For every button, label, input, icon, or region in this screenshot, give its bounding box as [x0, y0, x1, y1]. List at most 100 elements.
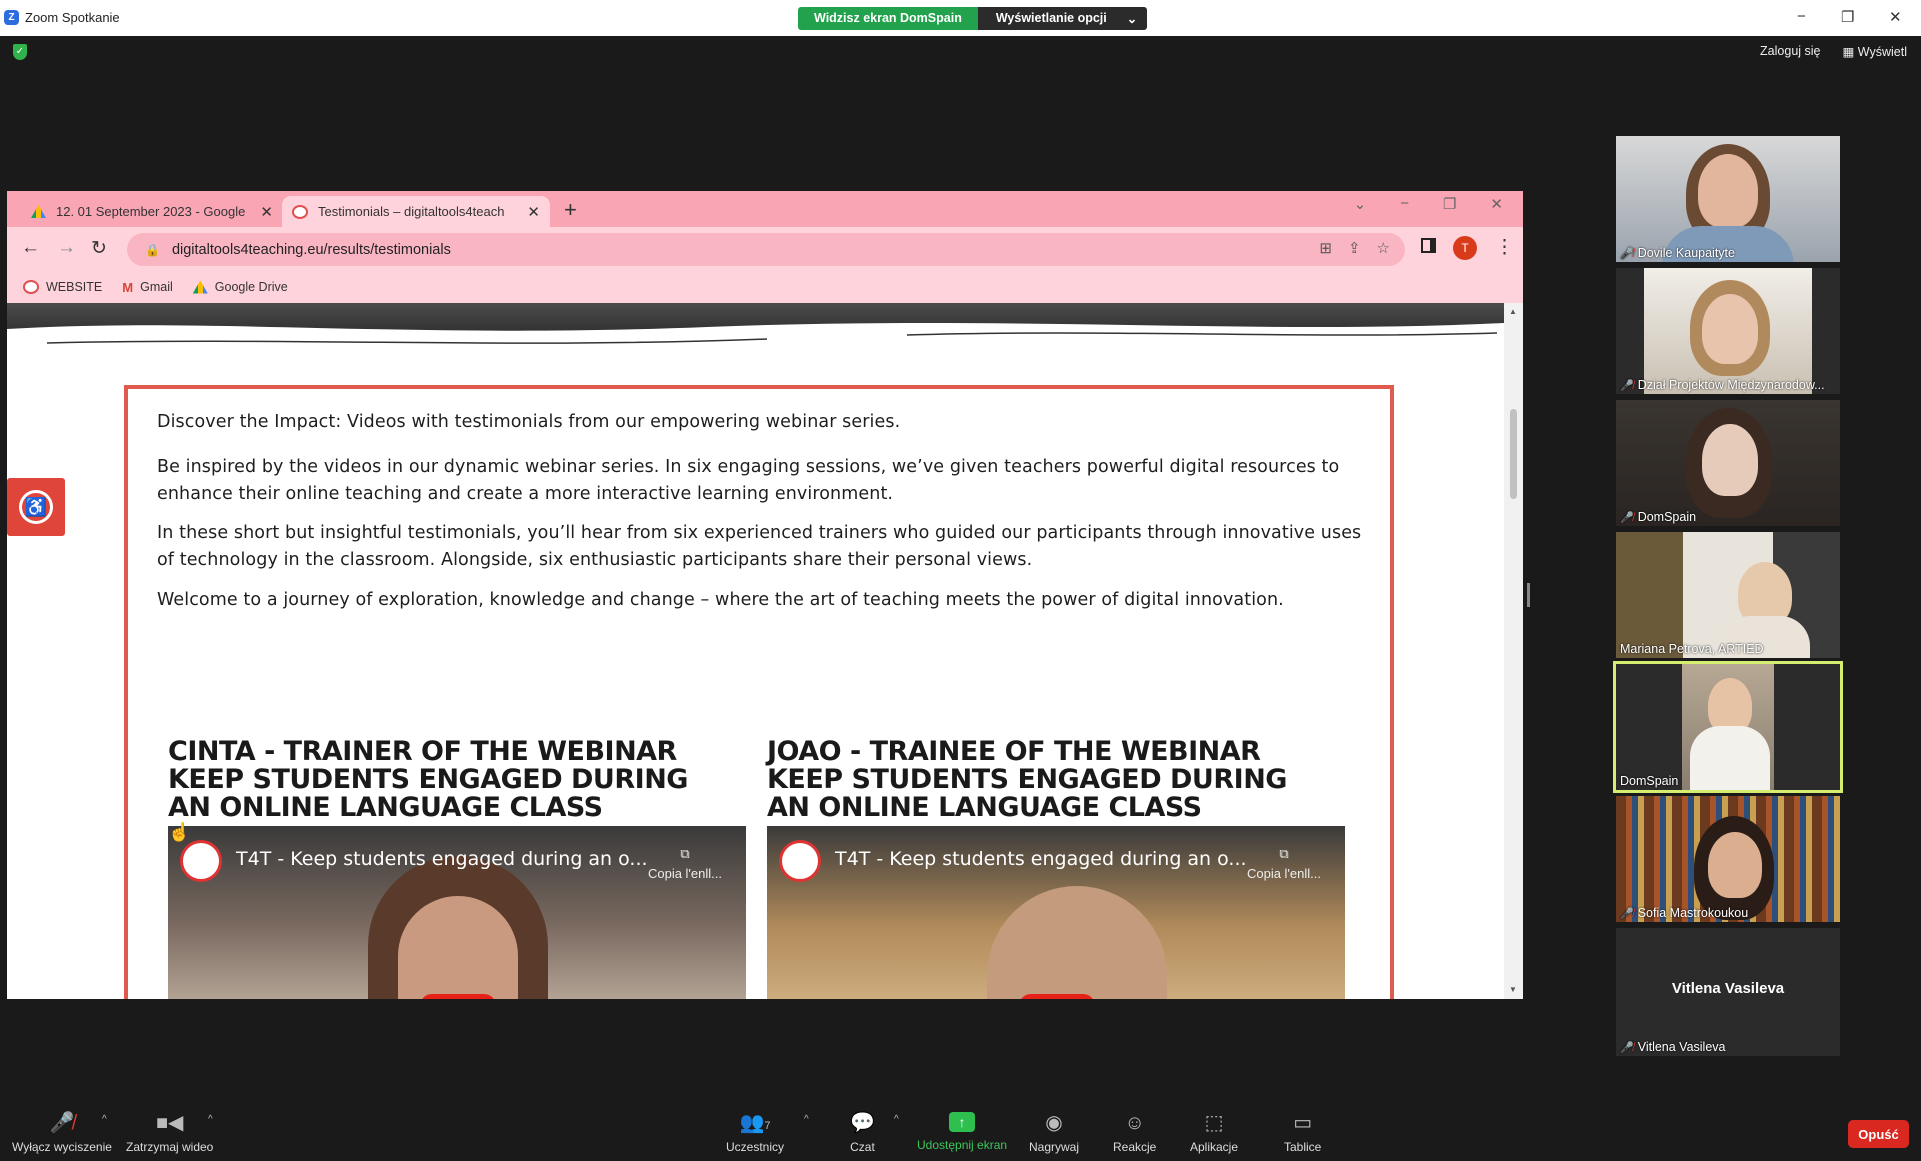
share-screen-button[interactable]: ↑ Udostępnij ekran	[917, 1112, 1007, 1152]
reactions-button[interactable]: ☺ Reakcje	[1113, 1112, 1156, 1154]
back-arrow-icon[interactable]: ←	[21, 237, 40, 259]
chat-caret-icon[interactable]: ^	[894, 1114, 899, 1125]
play-button-icon[interactable]	[420, 994, 496, 999]
forward-arrow-icon[interactable]: →	[57, 237, 76, 259]
panel-resize-handle[interactable]	[1527, 583, 1530, 607]
close-button[interactable]: ✕	[1889, 8, 1902, 26]
participant-name: DomSpain	[1620, 774, 1679, 788]
close-tab-icon[interactable]: ✕	[527, 203, 540, 221]
channel-logo-icon	[180, 840, 222, 882]
participants-button[interactable]: 👥7 Uczestnicy	[726, 1112, 784, 1154]
youtube-video-embed[interactable]: T4T - Keep students engaged during an o.…	[168, 826, 746, 999]
video-title[interactable]: T4T - Keep students engaged during an o.…	[236, 848, 648, 870]
restore-button[interactable]: ❐	[1841, 8, 1854, 26]
unmute-button[interactable]: 🎤̸ Wyłącz wyciszenie	[12, 1112, 112, 1154]
participant-face	[1702, 424, 1758, 496]
wave-divider	[7, 323, 1504, 357]
mic-muted-icon: 🎤̸	[1620, 1041, 1634, 1054]
participants-label: Uczestnicy	[726, 1140, 785, 1154]
scroll-thumb[interactable]	[1510, 409, 1517, 499]
leave-button[interactable]: Opuść	[1848, 1120, 1909, 1148]
bookmarks-bar: WEBSITE M Gmail Google Drive	[7, 271, 1523, 303]
view-options-label: Wyświetlanie opcji	[995, 11, 1107, 25]
browser-minimize-icon[interactable]: −	[1400, 195, 1409, 213]
translate-icon[interactable]: ⊞	[1319, 239, 1332, 257]
play-button-icon[interactable]	[1019, 994, 1095, 999]
participant-tile-active-speaker[interactable]: DomSpain	[1613, 661, 1843, 793]
browser-close-icon[interactable]: ✕	[1490, 195, 1503, 213]
top-right-links: Zaloguj się ▦ Wyświetl	[1760, 44, 1907, 59]
testimonials-section: Discover the Impact: Videos with testimo…	[124, 385, 1394, 999]
stop-video-label: Zatrzymaj wideo	[126, 1140, 214, 1154]
google-drive-icon	[31, 205, 46, 218]
tab-label: 12. 01 September 2023 - Google	[56, 204, 246, 219]
testimonial-title: CINTA - TRAINER OF THE WEBINAR KEEP STUD…	[168, 736, 688, 823]
participant-name: 🎤̸ Sofia Mastrokoukou	[1620, 906, 1748, 920]
tab-search-icon[interactable]: ⌄	[1354, 195, 1367, 213]
accessibility-widget-button[interactable]: ♿	[7, 478, 65, 536]
participant-tile[interactable]: 🎤̸ Sofia Mastrokoukou	[1616, 796, 1840, 922]
bookmark-google-drive[interactable]: Google Drive	[192, 280, 288, 294]
grid-view-icon: ▦	[1842, 45, 1858, 59]
copy-link-button[interactable]: ⧉ Copia l'enll...	[648, 844, 722, 884]
side-panel-icon[interactable]	[1421, 238, 1436, 253]
participant-name: Mariana Petrova, ARTIED	[1620, 642, 1764, 656]
whiteboards-button[interactable]: ▭ Tablice	[1284, 1112, 1321, 1154]
unmute-label: Wyłącz wyciszenie	[12, 1140, 112, 1154]
login-link[interactable]: Zaloguj się	[1760, 44, 1820, 59]
window-title: Zoom Spotkanie	[25, 10, 120, 25]
participant-tile-video-off[interactable]: Vitlena Vasileva 🎤̸ Vitlena Vasileva	[1616, 928, 1840, 1056]
apps-button[interactable]: ⬚ Aplikacje	[1190, 1112, 1238, 1154]
url-text: digitaltools4teaching.eu/results/testimo…	[171, 241, 451, 258]
reload-icon[interactable]: ↻	[91, 237, 107, 260]
mic-muted-icon: 🎤̸	[1620, 511, 1634, 524]
more-menu-icon[interactable]: ⋮	[1495, 236, 1514, 259]
encryption-shield-icon[interactable]: ✓	[13, 44, 27, 60]
zoom-window: Z Zoom Spotkanie Widzisz ekran DomSpain …	[0, 0, 1921, 1161]
participants-count: 7	[764, 1120, 771, 1132]
new-tab-button[interactable]: +	[564, 197, 577, 223]
minimize-button[interactable]: −	[1797, 8, 1806, 25]
bookmark-gmail[interactable]: M Gmail	[122, 280, 173, 295]
shared-screen: 12. 01 September 2023 - Google ✕ Testimo…	[7, 191, 1523, 999]
participant-tile[interactable]: 🎤̸ DomSpain	[1616, 400, 1840, 526]
zoom-logo-icon: Z	[4, 10, 19, 25]
bookmark-website[interactable]: WEBSITE	[23, 280, 102, 294]
page-scrollbar[interactable]: ▲ ▼	[1504, 303, 1523, 999]
browser-restore-icon[interactable]: ❐	[1443, 195, 1456, 213]
chat-button[interactable]: 💬 Czat	[850, 1112, 875, 1154]
youtube-video-embed[interactable]: T4T - Keep students engaged during an o.…	[767, 826, 1345, 999]
chat-label: Czat	[850, 1140, 875, 1154]
profile-avatar[interactable]: T	[1453, 236, 1477, 260]
bookmark-star-icon[interactable]: ☆	[1377, 239, 1390, 257]
close-tab-icon[interactable]: ✕	[260, 203, 273, 221]
browser-tab-active[interactable]: Testimonials – digitaltools4teach ✕	[282, 196, 550, 227]
participant-tile[interactable]: 🎤̸ Dovile Kaupaityte	[1616, 136, 1840, 262]
copy-link-button[interactable]: ⧉ Copia l'enll...	[1247, 844, 1321, 884]
mic-muted-icon: 🎤̸	[1620, 247, 1634, 260]
address-bar[interactable]: 🔒 digitaltools4teaching.eu/results/testi…	[127, 233, 1405, 266]
participant-tile[interactable]: 🎤̸ Dział Projektów Międzynarodow...	[1616, 268, 1840, 394]
view-button[interactable]: ▦ Wyświetl	[1843, 44, 1908, 59]
participants-caret-icon[interactable]: ^	[804, 1114, 809, 1125]
share-icon[interactable]: ⇪	[1348, 239, 1361, 257]
participant-center-name: Vitlena Vasileva	[1671, 980, 1785, 997]
mic-muted-icon: 🎤̸	[1620, 379, 1634, 392]
screen-share-indicator[interactable]: Widzisz ekran DomSpain Wyświetlanie opcj…	[798, 7, 1148, 30]
browser-tab-bar: 12. 01 September 2023 - Google ✕ Testimo…	[7, 191, 1523, 227]
scroll-up-icon[interactable]: ▲	[1509, 307, 1517, 316]
scroll-down-icon[interactable]: ▼	[1509, 985, 1517, 994]
participant-tile[interactable]: Mariana Petrova, ARTIED	[1616, 532, 1840, 658]
view-options-button[interactable]: Wyświetlanie opcji ⌄	[977, 7, 1148, 30]
browser-tab[interactable]: 12. 01 September 2023 - Google ✕	[21, 196, 283, 227]
participant-name: 🎤̸ Vitlena Vasileva	[1620, 1040, 1726, 1054]
gmail-icon: M	[122, 279, 134, 295]
video-options-caret-icon[interactable]: ^	[208, 1114, 213, 1125]
audio-options-caret-icon[interactable]: ^	[102, 1114, 107, 1125]
stop-video-button[interactable]: ■◀ Zatrzymaj wideo	[126, 1112, 213, 1154]
record-button[interactable]: ◉ Nagrywaj	[1029, 1112, 1079, 1154]
video-title[interactable]: T4T - Keep students engaged during an o.…	[835, 848, 1247, 870]
participants-icon: 👥7	[739, 1112, 771, 1134]
participant-name: 🎤̸ Dział Projektów Międzynarodow...	[1620, 378, 1825, 392]
whiteboards-label: Tablice	[1284, 1140, 1322, 1154]
